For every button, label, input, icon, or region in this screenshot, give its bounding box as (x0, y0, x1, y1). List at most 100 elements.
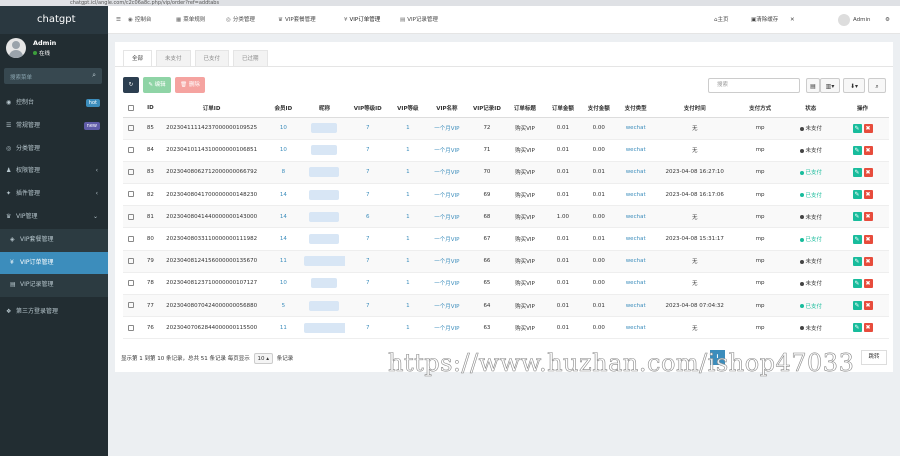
home-link[interactable]: ⌂主页 (714, 6, 729, 34)
cell-level[interactable]: 1 (406, 125, 410, 131)
column-header[interactable]: ID (139, 99, 161, 118)
columns-dropdown-icon[interactable]: ▥▾ (820, 78, 840, 93)
sidebar-item-third-party[interactable]: ❖ 第三方登录管理 (0, 301, 108, 324)
sidebar-item-vip-package[interactable]: ◈ VIP套餐管理 (0, 228, 108, 252)
delete-row-icon[interactable]: ✖ (863, 190, 873, 200)
column-header[interactable]: 支付方式 (734, 99, 786, 118)
column-header[interactable]: 订单金额 (544, 99, 581, 118)
edit-row-icon[interactable]: ✎ (852, 234, 862, 244)
sidebar-item-vip-record[interactable]: ▤ VIP记录管理 (0, 274, 108, 298)
sidebar-item-rules[interactable]: ☰ 常规管理 new (0, 115, 108, 138)
edit-button[interactable]: ✎ 编辑 (143, 77, 171, 93)
user-menu[interactable]: Admin (838, 6, 871, 34)
table-row[interactable]: 82 20230408041700000000148230 14 7 1 一个月VIP 69… (123, 183, 889, 207)
cell-level-id[interactable]: 7 (366, 236, 370, 242)
clear-cache-button[interactable]: ▣清除缓存 (751, 6, 778, 34)
refresh-button[interactable]: ↻ (123, 77, 139, 93)
column-header[interactable]: VIP等级ID (344, 99, 391, 118)
sidebar-item-permission[interactable]: ♟ 权限管理 ‹ (0, 160, 108, 183)
edit-row-icon[interactable]: ✎ (852, 256, 862, 266)
column-header[interactable]: 支付类型 (616, 99, 655, 118)
column-header[interactable]: 操作 (836, 99, 889, 118)
select-all-checkbox[interactable] (128, 104, 135, 111)
top-tab-4[interactable]: ¥ VIP订单管理 (344, 6, 380, 34)
filter-tab-0[interactable]: 全部 (123, 50, 153, 66)
top-tab-2[interactable]: ◎ 分类管理 (226, 6, 255, 34)
cell-pay-type[interactable]: wechat (626, 169, 646, 175)
row-checkbox[interactable] (128, 191, 135, 198)
delete-row-icon[interactable]: ✖ (863, 278, 873, 288)
cell-vip-name[interactable]: 一个月VIP (434, 304, 459, 310)
row-checkbox[interactable] (128, 213, 135, 220)
table-search-input[interactable]: 搜索 (708, 78, 800, 93)
column-header[interactable]: 支付时间 (654, 99, 735, 118)
cell-level[interactable]: 1 (406, 236, 410, 242)
cell-member-id[interactable]: 10 (280, 147, 287, 153)
cell-level-id[interactable]: 7 (366, 169, 370, 175)
row-checkbox[interactable] (128, 147, 135, 154)
search-icon[interactable]: ⌕ (92, 71, 96, 80)
cell-member-id[interactable]: 10 (280, 280, 287, 286)
cell-vip-name[interactable]: 一个月VIP (434, 259, 459, 265)
cell-pay-type[interactable]: wechat (626, 258, 646, 264)
top-tab-1[interactable]: ▦ 菜单规则 (176, 6, 205, 34)
delete-row-icon[interactable]: ✖ (863, 256, 873, 266)
pagination-jump-button[interactable]: 跳转 (861, 350, 887, 365)
top-tab-3[interactable]: ♛ VIP套餐管理 (278, 6, 316, 34)
column-header[interactable]: 订单标题 (504, 99, 545, 118)
row-checkbox[interactable] (128, 324, 135, 331)
row-checkbox[interactable] (128, 124, 135, 131)
top-tab-5[interactable]: ▤ VIP记录管理 (400, 6, 438, 34)
row-checkbox[interactable] (128, 280, 135, 287)
cell-pay-type[interactable]: wechat (626, 214, 646, 220)
edit-row-icon[interactable]: ✎ (852, 301, 862, 311)
delete-row-icon[interactable]: ✖ (863, 301, 873, 311)
table-row[interactable]: 80 20230408033110000000111982 14 7 1 一个月VIP 67… (123, 227, 889, 251)
advanced-search-icon[interactable]: ⌕ (868, 78, 886, 93)
table-row[interactable]: 84 20230410114310000000106851 10 7 1 一个月VIP 71… (123, 139, 889, 162)
sidebar-item-category[interactable]: ◎ 分类管理 (0, 138, 108, 161)
row-checkbox[interactable] (128, 235, 135, 242)
cell-level-id[interactable]: 7 (366, 147, 370, 153)
delete-row-icon[interactable]: ✖ (863, 167, 873, 177)
cell-level-id[interactable]: 7 (366, 125, 370, 131)
column-header[interactable]: VIP名称 (424, 99, 470, 118)
cell-level-id[interactable]: 7 (366, 280, 370, 286)
cell-pay-type[interactable]: wechat (626, 192, 646, 198)
filter-tab-1[interactable]: 未支付 (156, 50, 191, 66)
cell-vip-name[interactable]: 一个月VIP (434, 170, 459, 176)
top-tab-0[interactable]: ◉ 控制台 (128, 6, 151, 34)
cell-vip-name[interactable]: 一个月VIP (434, 326, 459, 332)
cell-vip-name[interactable]: 一个月VIP (434, 148, 459, 154)
column-header[interactable]: VIP记录ID (469, 99, 505, 118)
sidebar-item-vip-order[interactable]: ¥ VIP订单管理 (0, 251, 108, 275)
hamburger-menu-icon[interactable]: ☰ (116, 6, 121, 34)
table-row[interactable]: 77 20230408070424000000056880 5 7 1 一个月VIP 64 购… (123, 294, 889, 318)
edit-row-icon[interactable]: ✎ (852, 190, 862, 200)
cell-member-id[interactable]: 14 (280, 192, 287, 198)
cell-vip-name[interactable]: 一个月VIP (434, 193, 459, 199)
cell-pay-type[interactable]: wechat (626, 280, 646, 286)
row-checkbox[interactable] (128, 257, 135, 264)
edit-row-icon[interactable]: ✎ (852, 123, 862, 133)
cell-level-id[interactable]: 6 (366, 214, 370, 220)
cell-member-id[interactable]: 5 (282, 303, 286, 309)
cell-level[interactable]: 1 (406, 169, 410, 175)
sidebar-item-plugin[interactable]: ✦ 插件管理 ‹ (0, 183, 108, 206)
cell-pay-type[interactable]: wechat (626, 236, 646, 242)
edit-row-icon[interactable]: ✎ (852, 167, 862, 177)
cell-member-id[interactable]: 14 (280, 236, 287, 242)
cell-member-id[interactable]: 10 (280, 125, 287, 131)
sidebar-item-dashboard[interactable]: ◉ 控制台 hot (0, 92, 108, 115)
column-header[interactable]: 会员ID (262, 99, 305, 118)
cell-level[interactable]: 1 (406, 303, 410, 309)
table-row[interactable]: 83 20230408062712000000066792 8 7 1 一个月VIP 70 购… (123, 161, 889, 185)
edit-row-icon[interactable]: ✎ (852, 278, 862, 288)
column-header[interactable]: VIP等级 (390, 99, 425, 118)
cell-level[interactable]: 1 (406, 280, 410, 286)
brand-logo[interactable]: chatgpt (0, 6, 108, 34)
cell-level[interactable]: 1 (406, 325, 410, 331)
settings-gear-icon[interactable]: ⚙ (885, 6, 890, 34)
cell-pay-type[interactable]: wechat (626, 125, 646, 131)
sidebar-item-vip[interactable]: ♛ VIP管理 ⌄ (0, 206, 108, 229)
